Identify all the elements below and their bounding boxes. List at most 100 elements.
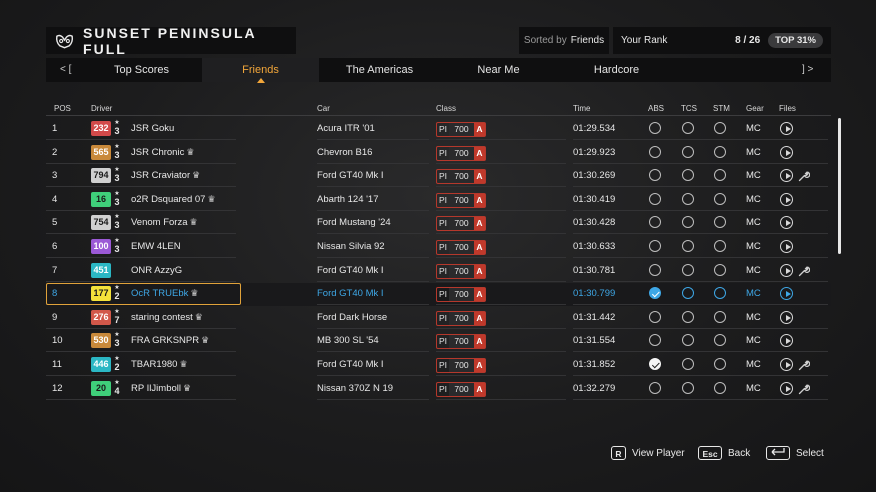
stm-assist-indicator — [714, 192, 726, 205]
performance-index-badge: PI 700 A — [436, 381, 486, 397]
tcs-assist-indicator — [682, 145, 694, 158]
gear-mode: MC — [746, 359, 761, 370]
leaderboard-row[interactable]: 4 16 ★ 3 o2R Dsquared 07 ♛ Abarth 124 '17 PI 700… — [46, 188, 831, 211]
abs-assist-indicator — [649, 381, 661, 394]
driver-level-badge: 276 — [91, 309, 111, 325]
driver-name[interactable]: ONR AzzyG — [131, 259, 182, 282]
wrench-icon[interactable] — [798, 170, 811, 185]
tab-hardcore[interactable]: Hardcore — [558, 58, 675, 82]
crown-icon: ♛ — [189, 217, 198, 228]
leaderboard-row[interactable]: 12 20 ★ 4 RP IlJimboll ♛ Nissan 370Z N 19 PI 700… — [46, 377, 831, 400]
driver-name[interactable]: RP IlJimboll ♛ — [131, 377, 191, 400]
crown-icon: ♛ — [207, 193, 216, 204]
leaderboard-tabs: < [ Top Scores Friends The Americas Near… — [46, 58, 831, 83]
car-name: Ford Mustang '24 — [317, 217, 391, 229]
abs-assist-indicator — [649, 216, 661, 229]
driver-name[interactable]: o2R Dsquared 07 ♛ — [131, 188, 216, 211]
next-tab-bumper[interactable]: ] > — [802, 58, 813, 82]
driver-gamertag: JSR Goku — [131, 123, 175, 134]
leaderboard-row[interactable]: 11 446 ★ 2 TBAR1980 ♛ Ford GT40 Mk I PI 700 A 01:3… — [46, 353, 831, 376]
driver-name[interactable]: JSR Craviator ♛ — [131, 164, 200, 187]
star-count: 3 — [114, 173, 120, 184]
star-rating-icon: ★ 3 — [114, 143, 120, 160]
car-class: A — [474, 382, 485, 396]
leaderboard-row[interactable]: 7 451 ONR AzzyG Ford GT40 Mk I PI 700 A 01:30.7… — [46, 259, 831, 282]
star-count: 3 — [114, 196, 120, 207]
driver-gamertag: JSR Craviator — [131, 170, 191, 182]
row-position: 7 — [52, 264, 58, 276]
list-scrollbar[interactable] — [838, 118, 841, 254]
play-replay-icon[interactable] — [780, 287, 793, 301]
tcs-assist-indicator — [682, 192, 694, 205]
performance-index-badge: PI 700 A — [436, 310, 486, 326]
car-name: Nissan 370Z N 19 — [317, 382, 394, 394]
play-replay-icon[interactable] — [780, 381, 793, 395]
col-header-class: Class — [436, 104, 457, 113]
leaderboard-row[interactable]: 2 565 ★ 3 JSR Chronic ♛ Chevron B16 PI 700 A 01:29… — [46, 141, 831, 164]
row-divider — [46, 398, 236, 400]
star-count: 2 — [114, 362, 120, 372]
performance-index-badge: PI 700 A — [436, 145, 486, 161]
leaderboard-row[interactable]: 9 276 ★ 7 staring contest ♛ Ford Dark Horse PI 7… — [46, 306, 831, 329]
star-rating-icon: ★ 7 — [114, 308, 120, 325]
select-prompt[interactable]: Select — [766, 446, 824, 460]
play-replay-icon[interactable] — [780, 263, 793, 277]
view-player-prompt[interactable]: R View Player — [611, 446, 685, 460]
row-position: 2 — [52, 146, 58, 158]
tab-friends[interactable]: Friends — [202, 58, 319, 83]
driver-name[interactable]: FRA GRKSNPR ♛ — [131, 329, 209, 352]
performance-index-badge: PI 700 A — [436, 240, 486, 255]
wrench-icon[interactable] — [798, 265, 811, 280]
driver-name[interactable]: Venom Forza ♛ — [131, 211, 198, 234]
leaderboard-row[interactable]: 3 794 ★ 3 JSR Craviator ♛ Ford GT40 Mk I PI 700 A… — [46, 164, 831, 188]
tab-near-me[interactable]: Near Me — [440, 58, 557, 82]
tab-top-scores[interactable]: Top Scores — [83, 58, 200, 82]
car-name: Ford GT40 Mk I — [317, 170, 384, 182]
gear-mode: MC — [746, 170, 761, 182]
car-class: A — [474, 146, 485, 160]
driver-gamertag: JSR Chronic — [131, 146, 185, 158]
pi-value: 700 — [449, 359, 474, 372]
sort-selector[interactable]: Sorted by Friends — [519, 27, 609, 54]
driver-gamertag: Venom Forza — [131, 217, 188, 229]
star-count: 4 — [114, 385, 120, 396]
row-position: 1 — [52, 123, 58, 134]
wrench-icon[interactable] — [798, 383, 811, 398]
pi-value: 700 — [449, 193, 474, 207]
car-name: Ford GT40 Mk I — [317, 359, 384, 370]
play-replay-icon[interactable] — [780, 192, 793, 206]
abs-assist-indicator — [649, 169, 661, 182]
leaderboard-row[interactable]: 6 100 ★ 3 EMW 4LEN Nissan Silvia 92 PI 700 A 01:3… — [46, 235, 831, 258]
col-header-files: Files — [779, 104, 796, 113]
abs-assist-indicator — [649, 263, 661, 276]
driver-name[interactable]: JSR Chronic ♛ — [131, 141, 194, 164]
car-name: Ford Dark Horse — [317, 311, 388, 323]
driver-level-badge: 232 — [91, 121, 111, 136]
play-replay-icon[interactable] — [780, 122, 793, 135]
driver-name[interactable]: staring contest ♛ — [131, 306, 203, 329]
play-replay-icon[interactable] — [780, 169, 793, 183]
play-replay-icon[interactable] — [780, 334, 793, 348]
prev-tab-bumper[interactable]: < [ — [60, 58, 71, 82]
back-prompt[interactable]: Esc Back — [698, 446, 750, 460]
leaderboard-row[interactable]: 10 530 ★ 3 FRA GRKSNPR ♛ MB 300 SL '54 PI 700 A 01… — [46, 329, 831, 353]
driver-name[interactable]: TBAR1980 ♛ — [131, 353, 188, 376]
play-replay-icon[interactable] — [780, 145, 793, 159]
gear-mode: MC — [746, 382, 761, 394]
play-replay-icon[interactable] — [780, 358, 793, 371]
your-rank-panel: Your Rank 8 / 26 TOP 31% — [613, 27, 831, 54]
wrench-icon[interactable] — [798, 359, 811, 374]
play-replay-icon[interactable] — [780, 240, 793, 253]
abs-assist-indicator — [649, 287, 661, 300]
tcs-assist-indicator — [682, 169, 694, 182]
play-replay-icon[interactable] — [780, 310, 793, 324]
stm-assist-indicator — [714, 334, 726, 347]
row-position: 5 — [52, 217, 58, 229]
leaderboard-row[interactable]: 1 232 ★ 3 JSR Goku Acura ITR '01 PI 700 A 01:29.5… — [46, 117, 831, 140]
play-replay-icon[interactable] — [780, 216, 793, 230]
leaderboard-row[interactable]: 5 754 ★ 3 Venom Forza ♛ Ford Mustang '24 PI 700 A… — [46, 211, 831, 235]
tab-the-americas[interactable]: The Americas — [321, 58, 438, 82]
driver-level-badge: 530 — [91, 333, 111, 349]
driver-name[interactable]: EMW 4LEN — [131, 235, 181, 258]
driver-name[interactable]: JSR Goku — [131, 117, 174, 140]
